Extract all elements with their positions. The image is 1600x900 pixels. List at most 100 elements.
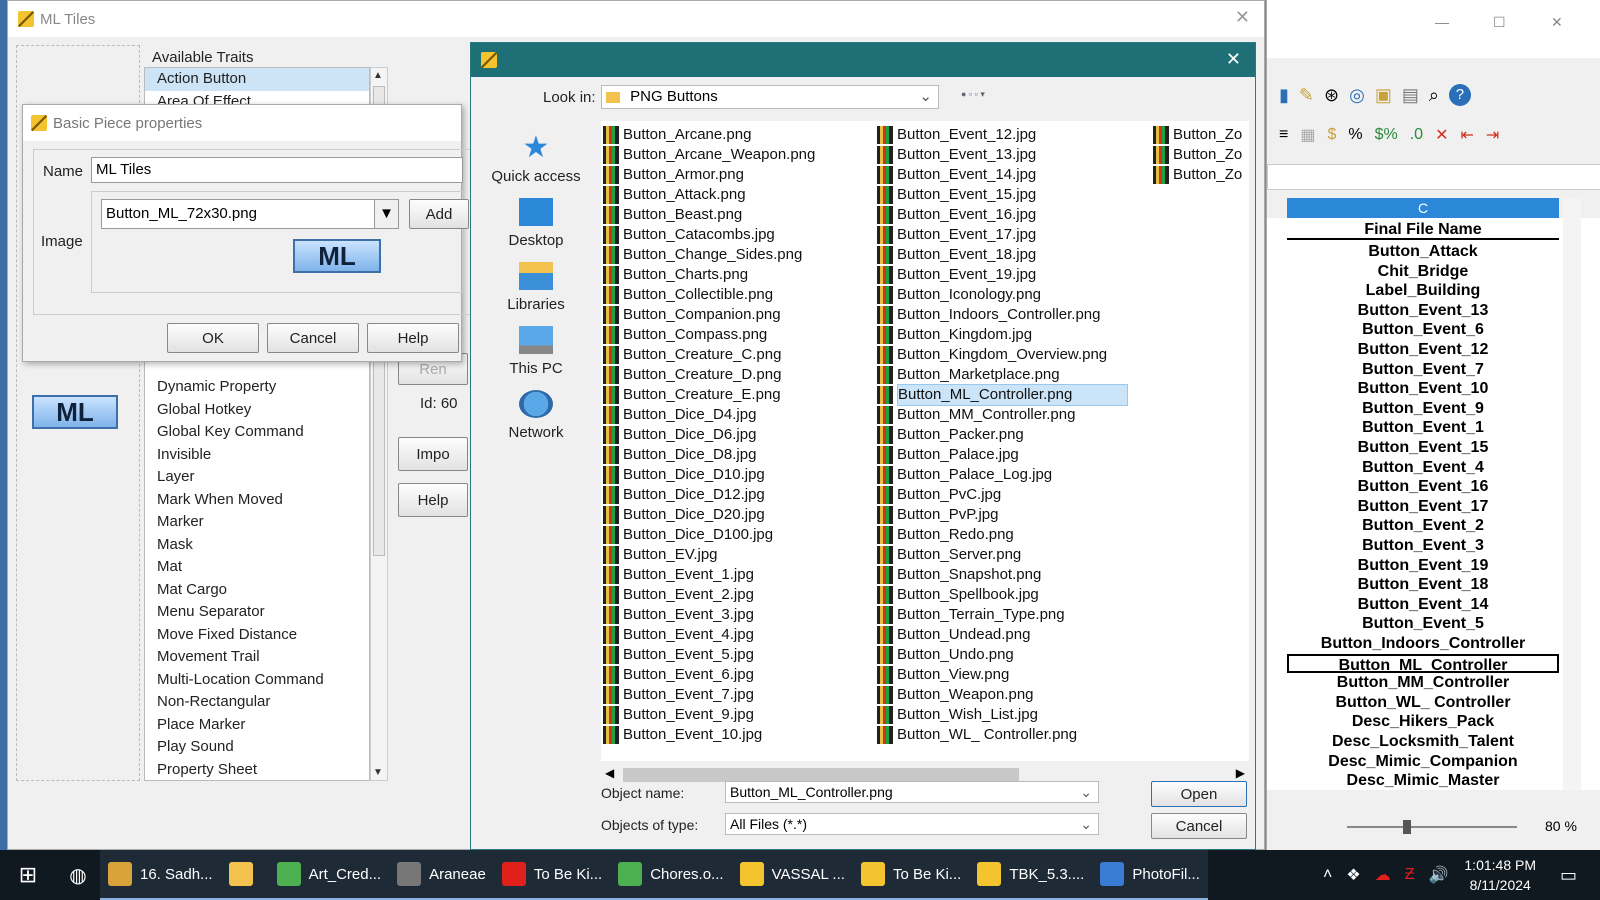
file-item[interactable]: Button_Dice_D12.jpg <box>603 485 815 505</box>
file-item[interactable]: Button_Charts.png <box>603 265 815 285</box>
trait-item[interactable]: Property Sheet <box>145 759 369 781</box>
file-item[interactable]: Button_Dice_D100.jpg <box>603 525 815 545</box>
percent-icon[interactable]: % <box>1348 126 1362 144</box>
spreadsheet-cell[interactable]: Button_Event_12 <box>1287 340 1559 360</box>
minimize-icon[interactable]: — <box>1435 14 1449 30</box>
table-icon[interactable]: ▦ <box>1300 125 1315 145</box>
file-item[interactable]: Button_Event_16.jpg <box>877 205 1128 225</box>
vertical-scrollbar[interactable] <box>1563 198 1581 790</box>
file-item[interactable]: Button_Weapon.png <box>877 685 1128 705</box>
trait-item[interactable]: Multi-Location Command <box>145 669 369 692</box>
currency-icon[interactable]: $ <box>1327 126 1336 144</box>
file-item[interactable]: Button_PvC.jpg <box>877 485 1128 505</box>
trait-item[interactable]: Menu Separator <box>145 601 369 624</box>
trait-item[interactable]: Move Fixed Distance <box>145 624 369 647</box>
taskbar-item[interactable] <box>220 850 269 900</box>
open-button[interactable]: Open <box>1151 781 1247 807</box>
trait-item[interactable]: Mat Cargo <box>145 579 369 602</box>
trait-item[interactable]: Play Sound <box>145 736 369 759</box>
spreadsheet-cell[interactable]: Button_Indoors_Controller <box>1287 634 1559 654</box>
zoom-icon[interactable]: ⌕ <box>1429 85 1439 106</box>
outdent-icon[interactable]: ⇥ <box>1486 125 1499 145</box>
scroll-left-icon[interactable]: ◀ <box>605 766 614 780</box>
trait-item[interactable]: Mask <box>145 534 369 557</box>
zoom-slider[interactable] <box>1347 820 1517 834</box>
taskbar-item[interactable]: To Be Ki... <box>852 850 970 900</box>
file-item[interactable]: Button_Undo.png <box>877 645 1128 665</box>
import-button[interactable]: Impo <box>398 437 468 471</box>
taskbar-item[interactable]: Chores.o... <box>610 850 732 900</box>
place-network[interactable]: Network <box>473 377 599 441</box>
file-item[interactable]: Button_Event_7.jpg <box>603 685 815 705</box>
gallery-icon[interactable]: ▣ <box>1375 85 1392 106</box>
zoom-thumb[interactable] <box>1403 820 1411 834</box>
chevron-down-icon[interactable]: ⌄ <box>1080 782 1092 802</box>
database-icon[interactable]: ▤ <box>1402 85 1419 106</box>
file-item[interactable]: Button_Dice_D6.jpg <box>603 425 815 445</box>
file-item[interactable]: Button_Packer.png <box>877 425 1128 445</box>
spreadsheet-cell[interactable]: Desc_Locksmith_Talent <box>1287 732 1559 752</box>
spreadsheet-cell[interactable]: Chit_Bridge <box>1287 261 1559 282</box>
spreadsheet-cell[interactable]: Button_Event_17 <box>1287 496 1559 517</box>
trait-item[interactable]: Layer <box>145 466 369 489</box>
trait-item[interactable]: Mark When Moved <box>145 489 369 512</box>
file-item[interactable]: Button_Event_13.jpg <box>877 145 1128 165</box>
file-item[interactable]: Button_Palace.jpg <box>877 445 1128 465</box>
spreadsheet-cell[interactable]: Label_Building <box>1287 281 1559 301</box>
name-field[interactable]: ML Tiles <box>91 157 463 183</box>
spreadsheet-cell[interactable]: Desc_Hikers_Pack <box>1287 712 1559 732</box>
number-format-icon[interactable]: $% <box>1375 126 1398 144</box>
file-item[interactable]: Button_Event_4.jpg <box>603 625 815 645</box>
close-icon[interactable]: ✕ <box>1226 49 1241 70</box>
spreadsheet-cell[interactable]: Button_Event_13 <box>1287 300 1559 321</box>
trait-item[interactable]: Dynamic Property <box>145 376 369 399</box>
trait-item[interactable]: Marker <box>145 511 369 534</box>
navigator-icon[interactable]: ◎ <box>1349 85 1365 106</box>
file-item[interactable]: Button_Armor.png <box>603 165 815 185</box>
file-item[interactable]: Button_Zo <box>1153 145 1242 165</box>
notification-icon[interactable]: ▭ <box>1560 865 1600 886</box>
file-item[interactable]: Button_Event_17.jpg <box>877 225 1128 245</box>
spreadsheet-cell[interactable]: Button_Event_16 <box>1287 477 1559 497</box>
spreadsheet-cell[interactable]: Button_Event_19 <box>1287 555 1559 576</box>
spreadsheet-cell[interactable]: Button_WL_ Controller <box>1287 692 1559 713</box>
file-item[interactable]: Button_Creature_E.png <box>603 385 815 405</box>
spreadsheet-cell[interactable]: Button_ML_Controller <box>1287 653 1559 674</box>
add-decimal-icon[interactable]: .0 <box>1410 126 1423 144</box>
scroll-right-icon[interactable]: ▶ <box>1236 766 1245 780</box>
spreadsheet-cell[interactable]: Button_Event_5 <box>1287 614 1559 634</box>
file-item[interactable]: Button_Arcane.png <box>603 125 815 145</box>
file-item[interactable]: Button_Beast.png <box>603 205 815 225</box>
file-item[interactable]: Button_Palace_Log.jpg <box>877 465 1128 485</box>
spreadsheet-cell[interactable]: Button_Event_1 <box>1287 418 1559 438</box>
spreadsheet-cell[interactable]: Button_Event_18 <box>1287 575 1559 595</box>
file-item[interactable]: Button_Event_9.jpg <box>603 705 815 725</box>
file-item[interactable]: Button_Terrain_Type.png <box>877 605 1128 625</box>
spreadsheet-cell[interactable]: Button_Event_15 <box>1287 438 1559 458</box>
trait-item[interactable]: Global Hotkey <box>145 399 369 422</box>
file-item[interactable]: Button_Compass.png <box>603 325 815 345</box>
align-icon[interactable]: ≡ <box>1279 126 1288 144</box>
place-this-pc[interactable]: This PC <box>473 313 599 377</box>
scroll-up-icon[interactable]: ▲ <box>373 70 383 81</box>
taskbar-item[interactable]: PhotoFil... <box>1092 850 1208 900</box>
file-item[interactable]: Button_Undead.png <box>877 625 1128 645</box>
cloud-icon[interactable]: ☁ <box>1375 865 1391 885</box>
objects-type-select[interactable]: All Files (*.*) ⌄ <box>725 813 1099 835</box>
place-desktop[interactable]: Desktop <box>473 185 599 249</box>
chart-icon[interactable]: ▮ <box>1279 85 1289 106</box>
file-item[interactable]: Button_Zo <box>1153 165 1242 185</box>
chevron-down-icon[interactable]: ▼ <box>374 200 398 228</box>
trait-item[interactable]: Mat <box>145 556 369 579</box>
file-item[interactable]: Button_Event_15.jpg <box>877 185 1128 205</box>
trait-item[interactable]: Place Marker <box>145 714 369 737</box>
formula-bar[interactable] <box>1267 164 1600 190</box>
file-item[interactable]: Button_MM_Controller.png <box>877 405 1128 425</box>
file-item[interactable]: Button_Server.png <box>877 545 1128 565</box>
trait-item[interactable]: Global Key Command <box>145 421 369 444</box>
view-menu-icon[interactable]: ● ▫ ▫ ▾ <box>961 89 985 100</box>
file-item[interactable]: Button_Event_1.jpg <box>603 565 815 585</box>
ok-button[interactable]: OK <box>167 323 259 353</box>
chevron-down-icon[interactable]: ⌄ <box>1080 814 1092 834</box>
file-item[interactable]: Button_Catacombs.jpg <box>603 225 815 245</box>
